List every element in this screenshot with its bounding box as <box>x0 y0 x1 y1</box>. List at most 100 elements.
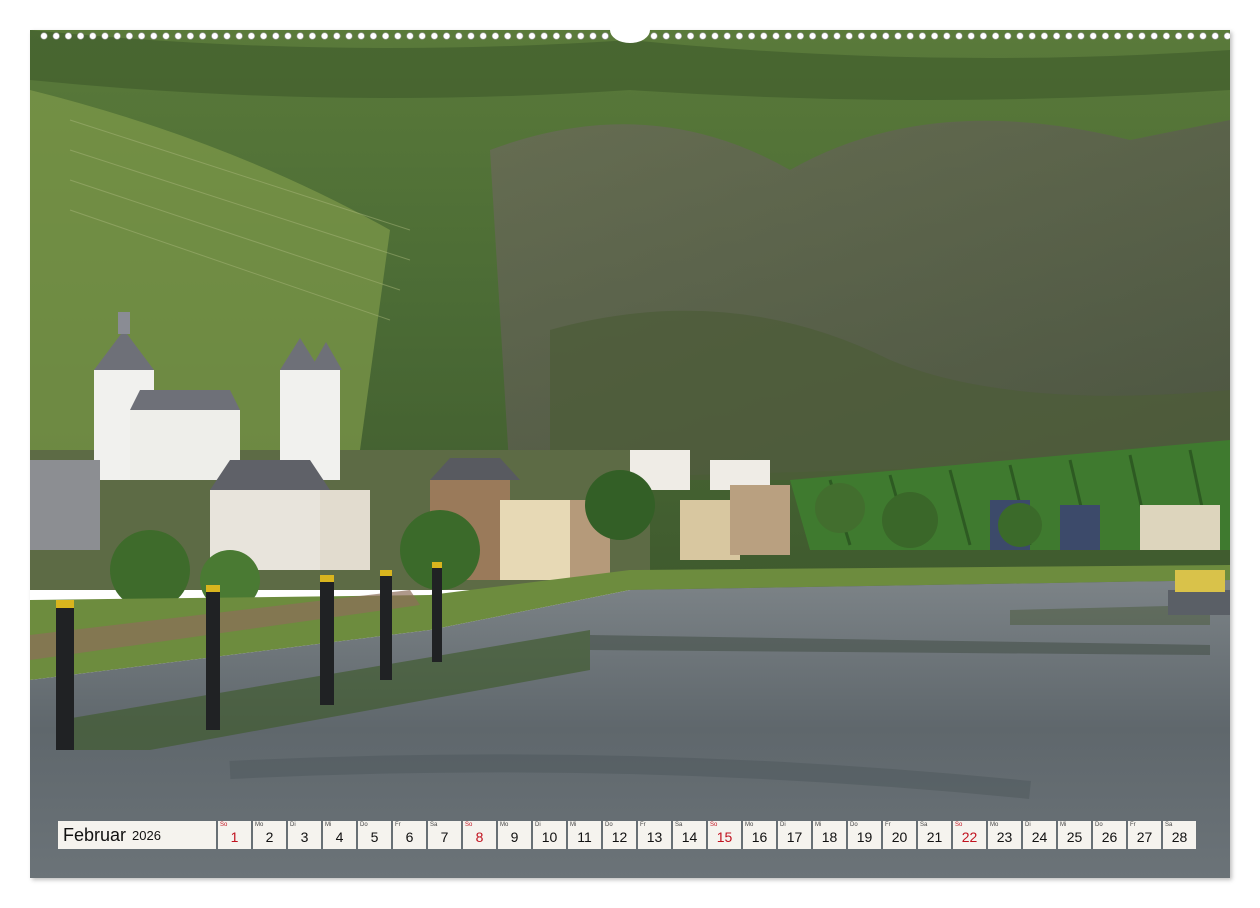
spiral-hole <box>578 33 585 40</box>
spiral-hole <box>456 33 463 40</box>
spiral-hole <box>358 33 365 40</box>
weekday-label: Mo <box>500 822 508 828</box>
spiral-hole <box>443 33 450 40</box>
spiral-hole <box>748 33 755 40</box>
day-cell: Di17 <box>778 821 811 849</box>
spiral-hole <box>90 33 97 40</box>
spiral-hole <box>1151 33 1158 40</box>
day-number: 9 <box>498 829 531 845</box>
calendar-page <box>30 30 1230 878</box>
day-cell: So8 <box>463 821 496 849</box>
spiral-hole <box>712 33 719 40</box>
day-cell: Di3 <box>288 821 321 849</box>
weekday-label: Di <box>780 822 786 828</box>
spiral-hole <box>675 33 682 40</box>
day-number: 16 <box>743 829 776 845</box>
spiral-hole <box>724 33 731 40</box>
spiral-hole <box>822 33 829 40</box>
spiral-hole <box>602 33 609 40</box>
spiral-hole <box>382 33 389 40</box>
spiral-hole <box>285 33 292 40</box>
spiral-hole <box>651 33 658 40</box>
spiral-hole <box>175 33 182 40</box>
day-number: 7 <box>428 829 461 845</box>
spiral-hole <box>199 33 206 40</box>
spiral-hole <box>65 33 72 40</box>
day-cell: Fr27 <box>1128 821 1161 849</box>
spiral-hole <box>236 33 243 40</box>
day-number: 6 <box>393 829 426 845</box>
spiral-hole <box>992 33 999 40</box>
day-cell: Mi18 <box>813 821 846 849</box>
spiral-hole <box>956 33 963 40</box>
day-number: 17 <box>778 829 811 845</box>
spiral-hole <box>260 33 267 40</box>
weekday-label: Mo <box>990 822 998 828</box>
spiral-hole <box>41 33 48 40</box>
spiral-hole <box>700 33 707 40</box>
day-number: 12 <box>603 829 636 845</box>
weekday-label: Mo <box>745 822 753 828</box>
day-number: 23 <box>988 829 1021 845</box>
weekday-label: Do <box>360 822 368 828</box>
spiral-hole <box>297 33 304 40</box>
spiral-hole <box>1127 33 1134 40</box>
spiral-hole <box>407 33 414 40</box>
day-cells: So1Mo2Di3Mi4Do5Fr6Sa7So8Mo9Di10Mi11Do12F… <box>218 821 1196 849</box>
spiral-hole <box>151 33 158 40</box>
weekday-label: Di <box>535 822 541 828</box>
spiral-hole <box>1090 33 1097 40</box>
weekday-label: So <box>465 822 472 828</box>
day-number: 8 <box>463 829 496 845</box>
day-cell: Mi4 <box>323 821 356 849</box>
day-cell: Sa7 <box>428 821 461 849</box>
day-cell: Mo23 <box>988 821 1021 849</box>
weekday-label: So <box>710 822 717 828</box>
month-name: Februar <box>63 825 126 846</box>
weekday-label: So <box>220 822 227 828</box>
day-number: 26 <box>1093 829 1126 845</box>
calendar-strip: Februar 2026 So1Mo2Di3Mi4Do5Fr6Sa7So8Mo9… <box>58 821 1196 849</box>
spiral-hole <box>1163 33 1170 40</box>
day-number: 22 <box>953 829 986 845</box>
spiral-hole <box>846 33 853 40</box>
spiral-hole <box>834 33 841 40</box>
weekday-label: Sa <box>430 822 437 828</box>
weekday-label: Do <box>850 822 858 828</box>
spiral-hole <box>419 33 426 40</box>
day-cell: Do26 <box>1093 821 1126 849</box>
day-number: 20 <box>883 829 916 845</box>
month-label: Februar 2026 <box>58 821 216 849</box>
spiral-hole <box>907 33 914 40</box>
spiral-hole <box>1029 33 1036 40</box>
spiral-hole <box>273 33 280 40</box>
day-cell: Do5 <box>358 821 391 849</box>
spiral-hole <box>309 33 316 40</box>
day-number: 19 <box>848 829 881 845</box>
day-number: 13 <box>638 829 671 845</box>
weekday-label: Sa <box>1165 822 1172 828</box>
spiral-hole <box>1041 33 1048 40</box>
spiral-hole <box>114 33 121 40</box>
spiral-hole <box>126 33 133 40</box>
day-number: 2 <box>253 829 286 845</box>
day-cell: Mo16 <box>743 821 776 849</box>
day-number: 18 <box>813 829 846 845</box>
day-cell: So1 <box>218 821 251 849</box>
weekday-label: Fr <box>640 822 646 828</box>
spiral-hole <box>138 33 145 40</box>
spiral-hole <box>870 33 877 40</box>
weekday-label: Mo <box>255 822 263 828</box>
spiral-hole <box>1114 33 1121 40</box>
spiral-hole <box>809 33 816 40</box>
spiral-hole <box>1066 33 1073 40</box>
spiral-hole <box>346 33 353 40</box>
day-cell: Sa21 <box>918 821 951 849</box>
day-cell: Mi11 <box>568 821 601 849</box>
weekday-label: Sa <box>675 822 682 828</box>
weekday-label: Mi <box>325 822 331 828</box>
weekday-label: Sa <box>920 822 927 828</box>
month-year: 2026 <box>132 828 161 843</box>
day-cell: Fr6 <box>393 821 426 849</box>
spiral-hole <box>541 33 548 40</box>
